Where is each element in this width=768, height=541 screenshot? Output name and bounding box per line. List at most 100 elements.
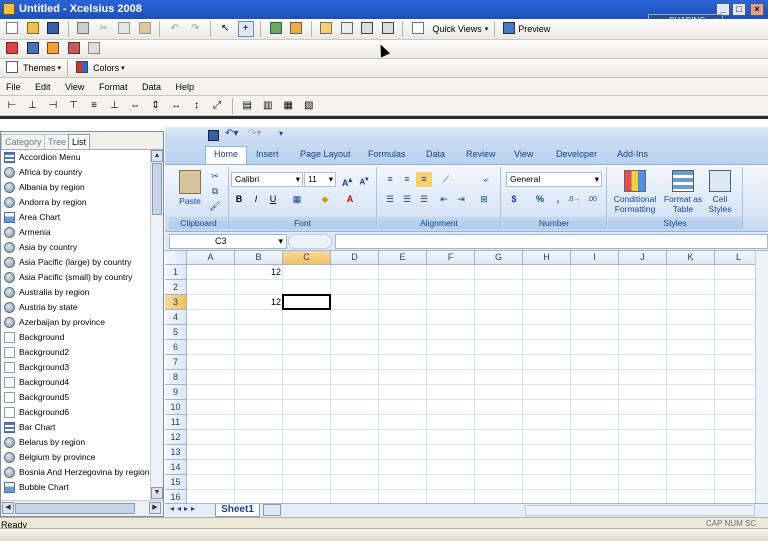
cell-value[interactable]: 12 [235, 295, 283, 310]
redo-icon[interactable]: ↷▾ [248, 128, 261, 139]
paste-icon[interactable] [179, 170, 201, 194]
name-box[interactable]: C3 ▾ [169, 234, 287, 249]
tab-data[interactable]: Data [418, 147, 453, 161]
pointer-icon[interactable]: ↖ [217, 21, 233, 37]
row-header[interactable]: 7 [165, 355, 187, 370]
comma-icon[interactable]: , [550, 192, 566, 207]
crosshair-icon[interactable]: + [237, 21, 254, 37]
layer-top-icon[interactable]: ▦ [280, 98, 296, 114]
open-icon[interactable] [25, 21, 41, 37]
row-header[interactable]: 4 [165, 310, 187, 325]
align-middle-icon[interactable]: ≡ [86, 98, 102, 114]
worksheet-hscrollbar[interactable] [525, 505, 755, 516]
tab-formulas[interactable]: Formulas [360, 147, 414, 161]
send-back-icon[interactable] [380, 21, 396, 37]
layer-bottom-icon[interactable]: ▧ [301, 98, 317, 114]
hscroll-thumb[interactable] [15, 503, 135, 514]
pdf-export-icon[interactable] [4, 41, 20, 57]
align-bottom-icon[interactable]: ≡ [416, 172, 432, 187]
component-list-item[interactable]: Albania by region [1, 180, 150, 195]
menu-help[interactable]: Help [170, 78, 201, 96]
same-size-icon[interactable]: ⤢ [209, 98, 225, 114]
menu-file[interactable]: File [0, 78, 27, 96]
column-header[interactable]: K [667, 251, 715, 265]
group-icon[interactable] [318, 21, 334, 37]
row-header[interactable]: 3 [165, 295, 187, 310]
import-icon[interactable] [268, 21, 284, 37]
align-left-icon[interactable]: ☰ [382, 192, 398, 207]
component-list-item[interactable]: Bar Chart [1, 420, 150, 435]
component-list-item[interactable]: Background4 [1, 375, 150, 390]
component-list-hscrollbar[interactable]: ◀ ▶ [1, 500, 163, 516]
row-header[interactable]: 15 [165, 475, 187, 490]
component-list-item[interactable]: Asia Pacific (large) by country [1, 255, 150, 270]
center-icon[interactable]: ☰ [399, 192, 415, 207]
menu-data[interactable]: Data [136, 78, 167, 96]
decrease-decimal-icon[interactable]: .00 [584, 192, 600, 207]
align-top-icon[interactable]: ⊤ [66, 98, 82, 114]
themes-button[interactable]: Themes [21, 63, 58, 73]
row-header[interactable]: 14 [165, 460, 187, 475]
scroll-right-icon[interactable]: ▶ [149, 502, 161, 514]
column-header[interactable]: E [379, 251, 427, 265]
new-icon[interactable] [4, 21, 20, 37]
row-header[interactable]: 2 [165, 280, 187, 295]
align-top-icon[interactable]: ≡ [382, 172, 398, 187]
component-list-item[interactable]: Armenia [1, 225, 150, 240]
redo-icon[interactable]: ↷ [187, 21, 203, 37]
select-all-corner[interactable] [165, 251, 187, 265]
row-header[interactable]: 10 [165, 400, 187, 415]
component-list-item[interactable]: Azerbaijan by province [1, 315, 150, 330]
component-list-item[interactable]: Andorra by region [1, 195, 150, 210]
bring-front-icon[interactable] [359, 21, 375, 37]
column-header[interactable]: F [427, 251, 475, 265]
format-painter-icon[interactable]: 🖌 [207, 199, 223, 214]
column-header[interactable]: L [715, 251, 755, 265]
row-header[interactable]: 13 [165, 445, 187, 460]
row-header[interactable]: 1 [165, 265, 187, 280]
tab-review[interactable]: Review [458, 147, 504, 161]
row-header[interactable]: 16 [165, 490, 187, 503]
ppt-export-icon[interactable] [25, 41, 41, 57]
component-list-item[interactable]: Australia by region [1, 285, 150, 300]
font-name-select[interactable]: Calibri ▾ [231, 172, 303, 187]
italic-icon[interactable]: I [248, 192, 264, 207]
grow-font-icon[interactable]: A▴ [339, 172, 355, 188]
shrink-font-icon[interactable]: A▾ [356, 172, 372, 187]
scroll-thumb[interactable] [152, 163, 162, 215]
quick-views-button[interactable]: Quick Views [429, 24, 484, 34]
tab-page-layout[interactable]: Page Layout [292, 147, 359, 161]
component-list-item[interactable]: Asia Pacific (small) by country [1, 270, 150, 285]
column-header[interactable]: G [475, 251, 523, 265]
row-header[interactable]: 11 [165, 415, 187, 430]
align-bottom-icon[interactable]: ⊥ [107, 98, 123, 114]
tab-list[interactable]: List [68, 134, 91, 149]
align-center-icon[interactable]: ⊥ [25, 98, 41, 114]
component-list-item[interactable]: Belarus by region [1, 435, 150, 450]
copy-icon[interactable]: ⧉ [207, 184, 223, 199]
bold-icon[interactable]: B [231, 192, 247, 207]
cut-icon[interactable]: ✂ [207, 169, 223, 184]
row-header[interactable]: 12 [165, 430, 187, 445]
tab-tree[interactable]: Tree [44, 134, 71, 149]
increase-indent-icon[interactable]: ⇥ [453, 192, 469, 207]
conditional-formatting-icon[interactable] [624, 170, 646, 192]
component-list-scrollbar[interactable]: ▲ ▼ [150, 150, 163, 500]
layer-up-icon[interactable]: ▤ [239, 98, 255, 114]
chevron-down-icon[interactable]: ▾ [58, 64, 62, 72]
align-left-icon[interactable]: ⊢ [4, 98, 20, 114]
column-header[interactable]: B [235, 251, 283, 265]
paste-button[interactable]: Paste [173, 196, 207, 206]
decrease-indent-icon[interactable]: ⇤ [436, 192, 452, 207]
component-list-item[interactable]: Background3 [1, 360, 150, 375]
worksheet-vscrollbar[interactable] [755, 251, 768, 503]
align-right-icon[interactable]: ⊣ [45, 98, 61, 114]
row-header[interactable]: 8 [165, 370, 187, 385]
tab-insert[interactable]: Insert [248, 147, 287, 161]
font-color-icon[interactable]: A [342, 192, 358, 207]
cut-icon[interactable]: ✂ [96, 21, 112, 37]
scroll-left-icon[interactable]: ◀ [2, 502, 14, 514]
column-header[interactable]: H [523, 251, 571, 265]
column-header[interactable]: A [187, 251, 235, 265]
borders-icon[interactable]: ▦ [289, 192, 305, 207]
